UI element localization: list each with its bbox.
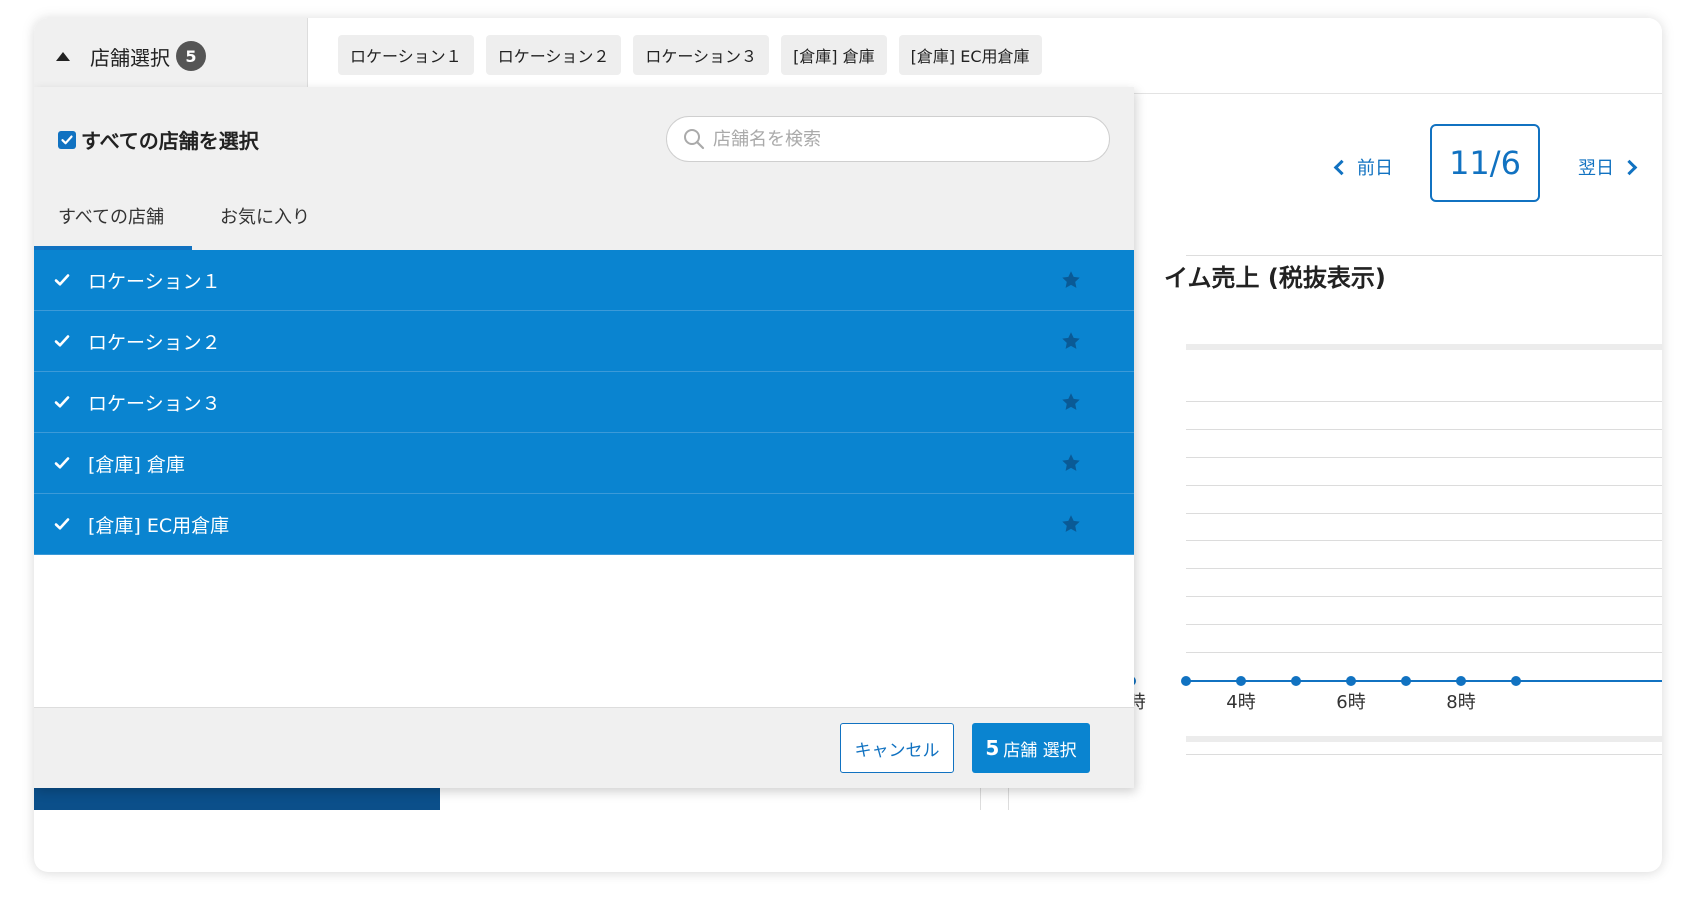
store-name: ロケーション３: [88, 392, 221, 415]
store-search-input[interactable]: [713, 128, 1093, 150]
star-icon[interactable]: [1060, 391, 1082, 413]
x-tick-label: 4時: [1226, 692, 1256, 713]
chart-point: [1236, 676, 1246, 686]
star-icon[interactable]: [1060, 452, 1082, 474]
gridline: [1186, 624, 1662, 625]
gridline: [1186, 754, 1662, 755]
dark-bar: [34, 788, 440, 810]
store-name: ロケーション１: [88, 270, 221, 293]
card-divider: [1186, 344, 1662, 350]
store-selector-bar: 店舗選択 5 ロケーション１ ロケーション２ ロケーション３ [倉庫] 倉庫 […: [34, 18, 1662, 94]
next-day-link[interactable]: 翌日: [1578, 154, 1638, 180]
select-all-checkbox[interactable]: すべての店舗を選択: [58, 125, 259, 154]
store-row[interactable]: [倉庫] EC用倉庫: [34, 494, 1134, 555]
store-name: ロケーション２: [88, 331, 221, 354]
gridline: [1186, 652, 1662, 653]
store-name: [倉庫] EC用倉庫: [88, 514, 230, 537]
gridline: [1186, 568, 1662, 569]
current-date-button[interactable]: 11/6: [1430, 124, 1540, 202]
star-icon[interactable]: [1060, 513, 1082, 535]
tab-favorites[interactable]: お気に入り: [220, 203, 310, 229]
store-chip[interactable]: ロケーション２: [485, 35, 622, 75]
check-icon: [54, 396, 70, 408]
gridline: [1186, 457, 1662, 458]
store-search: [666, 116, 1110, 162]
chart-card-title: イム売上 (税抜表示): [1164, 264, 1386, 292]
store-list: ロケーション１ ロケーション２ ロケーション３ [倉庫] 倉庫 [倉庫] EC用: [34, 250, 1134, 555]
chart-point: [1401, 676, 1411, 686]
x-tick-label: 8時: [1446, 692, 1476, 713]
store-select-label: 店舗選択: [90, 45, 170, 70]
check-icon: [54, 457, 70, 469]
prev-day-label: 前日: [1357, 158, 1393, 179]
star-icon[interactable]: [1060, 269, 1082, 291]
chart-point: [1181, 676, 1191, 686]
gridline: [1186, 429, 1662, 430]
check-icon: [58, 130, 76, 149]
store-name: [倉庫] 倉庫: [88, 453, 185, 476]
chart-point: [1291, 676, 1301, 686]
caret-up-icon: [56, 51, 70, 61]
store-row[interactable]: ロケーション３: [34, 372, 1134, 433]
selected-count-badge: 5: [176, 41, 206, 71]
check-icon: [54, 335, 70, 347]
tab-all-stores[interactable]: すべての店舗: [58, 203, 164, 229]
panel-header: すべての店舗を選択 すべての店舗 お気に入り: [34, 87, 1134, 250]
current-date: 11/6: [1449, 144, 1521, 182]
search-icon: [684, 129, 705, 150]
store-row[interactable]: ロケーション１: [34, 250, 1134, 311]
gridline: [1186, 485, 1662, 486]
next-day-label: 翌日: [1578, 158, 1614, 179]
confirm-count: 5: [985, 736, 1000, 760]
gridline: [1186, 513, 1662, 514]
store-row[interactable]: [倉庫] 倉庫: [34, 433, 1134, 494]
card-divider: [1186, 736, 1662, 742]
chart-axis-line: [1186, 680, 1662, 682]
date-navigation: 前日 11/6 翌日: [1186, 94, 1662, 256]
gridline: [1186, 540, 1662, 541]
store-row[interactable]: ロケーション２: [34, 311, 1134, 372]
store-select-toggle[interactable]: 店舗選択 5: [34, 18, 308, 94]
panel-footer: キャンセル 5 店舗 選択: [34, 707, 1134, 788]
store-select-panel: すべての店舗を選択 すべての店舗 お気に入り ロケーション１ ロケーショ: [34, 87, 1134, 788]
check-icon: [54, 274, 70, 286]
gridline: [1186, 401, 1662, 402]
x-tick-label: 6時: [1336, 692, 1366, 713]
divider: [1008, 788, 1009, 810]
confirm-label: 店舗 選択: [1003, 740, 1077, 761]
store-chip[interactable]: ロケーション１: [338, 35, 474, 75]
store-chip[interactable]: ロケーション３: [633, 35, 770, 75]
selected-store-chips: ロケーション１ ロケーション２ ロケーション３ [倉庫] 倉庫 [倉庫] EC用…: [338, 35, 1042, 75]
divider: [980, 788, 981, 810]
chevron-left-icon: [1333, 159, 1350, 175]
gridline: [1186, 596, 1662, 597]
chart-point: [1511, 676, 1521, 686]
app-window: 前日 11/6 翌日 イム売上 (税抜表示) 2時 4時 6時 8時 店舗選択: [34, 18, 1662, 872]
check-icon: [54, 518, 70, 530]
chevron-right-icon: [1621, 159, 1638, 175]
chart-point: [1456, 676, 1466, 686]
select-all-label: すべての店舗を選択: [81, 129, 259, 153]
store-chip[interactable]: [倉庫] 倉庫: [781, 35, 887, 75]
prev-day-link[interactable]: 前日: [1333, 154, 1393, 180]
store-chip[interactable]: [倉庫] EC用倉庫: [898, 35, 1042, 75]
confirm-select-button[interactable]: 5 店舗 選択: [972, 723, 1090, 773]
chart-point: [1346, 676, 1356, 686]
cancel-button[interactable]: キャンセル: [840, 723, 954, 773]
star-icon[interactable]: [1060, 330, 1082, 352]
